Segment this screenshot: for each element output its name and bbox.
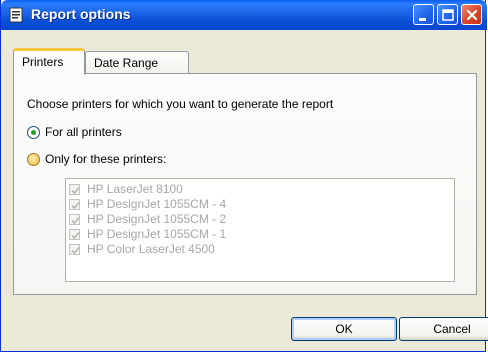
printer-checkbox[interactable] [69, 214, 80, 225]
printer-label: HP DesignJet 1055CM - 2 [87, 212, 227, 226]
cancel-button[interactable]: Cancel [399, 317, 488, 341]
report-icon [9, 7, 23, 23]
checkmark-icon [71, 216, 80, 225]
tab-date-range[interactable]: Date Range [85, 51, 189, 74]
close-icon [466, 9, 478, 21]
ok-button[interactable]: OK [291, 317, 397, 341]
minimize-icon [419, 18, 426, 21]
printer-checkbox[interactable] [69, 199, 80, 210]
instruction-text: Choose printers for which you want to ge… [27, 97, 334, 111]
printer-label: HP LaserJet 8100 [87, 182, 183, 196]
checkmark-icon [71, 246, 80, 255]
radio-all-printers-label: For all printers [45, 125, 122, 139]
checkmark-icon [71, 231, 80, 240]
close-button[interactable] [461, 4, 482, 25]
tab-printers-label: Printers [22, 55, 64, 69]
printer-checkbox[interactable] [69, 229, 80, 240]
tab-printers[interactable]: Printers [13, 48, 85, 75]
maximize-icon [442, 9, 454, 21]
radio-only-these-printers-label: Only for these printers: [45, 152, 167, 166]
report-options-dialog: Report options Printers Date Range Choos… [0, 0, 488, 352]
printer-checkbox[interactable] [69, 244, 80, 255]
printer-checkbox[interactable] [69, 184, 80, 195]
checkmark-icon [71, 186, 80, 195]
window-title: Report options [31, 6, 131, 22]
printer-label: HP DesignJet 1055CM - 1 [87, 227, 227, 241]
printer-list[interactable]: HP LaserJet 8100 HP DesignJet 1055CM - 4… [65, 178, 455, 282]
printer-label: HP DesignJet 1055CM - 4 [87, 197, 227, 211]
tab-date-range-label: Date Range [94, 56, 159, 70]
title-bar[interactable]: Report options [1, 0, 487, 30]
radio-only-these-printers-button[interactable] [27, 153, 40, 166]
checkmark-icon [71, 201, 80, 210]
maximize-button[interactable] [437, 4, 458, 25]
radio-all-printers-button[interactable] [27, 126, 40, 139]
minimize-button[interactable] [413, 4, 434, 25]
printer-label: HP Color LaserJet 4500 [87, 242, 215, 256]
